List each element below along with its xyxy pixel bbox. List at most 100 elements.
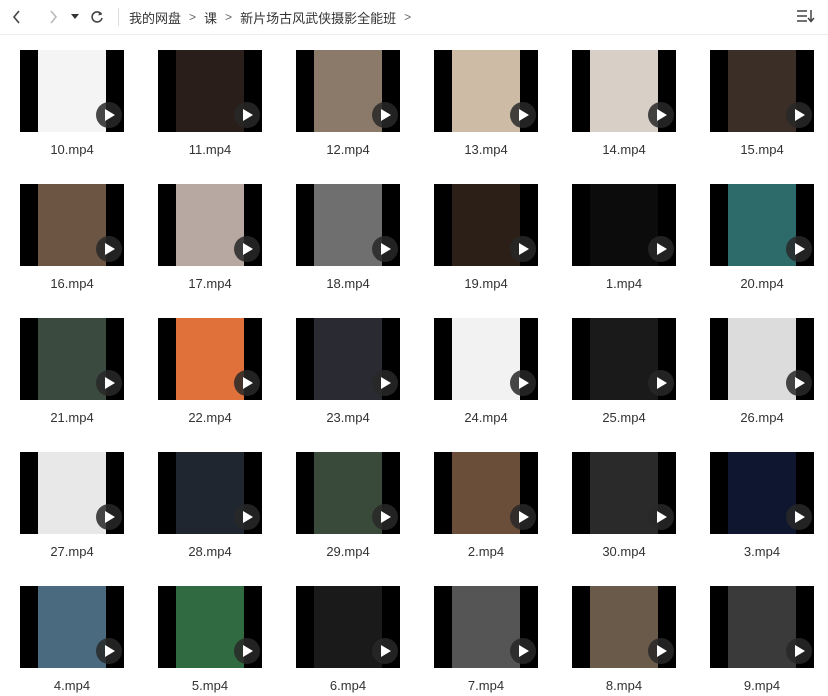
video-thumbnail[interactable] xyxy=(296,318,400,400)
play-icon[interactable] xyxy=(786,504,812,530)
video-thumbnail[interactable] xyxy=(572,452,676,534)
play-icon[interactable] xyxy=(786,638,812,664)
video-thumbnail[interactable] xyxy=(20,452,124,534)
video-thumbnail[interactable] xyxy=(434,452,538,534)
play-icon[interactable] xyxy=(96,370,122,396)
video-thumbnail[interactable] xyxy=(158,318,262,400)
video-file-tile[interactable]: 18.mp4 xyxy=(296,170,402,291)
video-thumbnail[interactable] xyxy=(710,184,814,266)
play-icon[interactable] xyxy=(372,102,398,128)
play-icon[interactable] xyxy=(786,236,812,262)
video-file-tile[interactable]: 11.mp4 xyxy=(158,36,264,157)
video-thumbnail[interactable] xyxy=(20,184,124,266)
breadcrumb-item-root[interactable]: 我的网盘 xyxy=(129,8,181,27)
video-thumbnail[interactable] xyxy=(572,50,676,132)
video-file-tile[interactable]: 27.mp4 xyxy=(20,438,126,559)
video-thumbnail[interactable] xyxy=(158,452,262,534)
video-thumbnail[interactable] xyxy=(434,586,538,668)
play-icon[interactable] xyxy=(234,638,260,664)
video-file-tile[interactable]: 14.mp4 xyxy=(572,36,678,157)
play-icon[interactable] xyxy=(96,504,122,530)
play-icon[interactable] xyxy=(234,370,260,396)
play-icon[interactable] xyxy=(510,638,536,664)
video-thumbnail[interactable] xyxy=(296,50,400,132)
video-file-tile[interactable]: 13.mp4 xyxy=(434,36,540,157)
video-thumbnail[interactable] xyxy=(296,452,400,534)
play-icon[interactable] xyxy=(372,370,398,396)
video-file-tile[interactable]: 5.mp4 xyxy=(158,572,264,693)
video-thumbnail[interactable] xyxy=(434,318,538,400)
chevron-left-icon[interactable] xyxy=(6,6,28,28)
video-file-tile[interactable]: 4.mp4 xyxy=(20,572,126,693)
video-thumbnail[interactable] xyxy=(158,184,262,266)
video-file-tile[interactable]: 26.mp4 xyxy=(710,304,816,425)
video-thumbnail[interactable] xyxy=(572,184,676,266)
play-icon[interactable] xyxy=(96,638,122,664)
video-thumbnail[interactable] xyxy=(296,586,400,668)
breadcrumb-item-course[interactable]: 课 xyxy=(204,8,217,27)
video-thumbnail[interactable] xyxy=(710,586,814,668)
video-file-tile[interactable]: 12.mp4 xyxy=(296,36,402,157)
refresh-icon[interactable] xyxy=(86,6,108,28)
video-thumbnail[interactable] xyxy=(710,318,814,400)
breadcrumb-separator-icon[interactable]: > xyxy=(404,10,411,24)
video-thumbnail[interactable] xyxy=(20,586,124,668)
play-icon[interactable] xyxy=(648,102,674,128)
video-file-tile[interactable]: 24.mp4 xyxy=(434,304,540,425)
video-thumbnail[interactable] xyxy=(434,50,538,132)
video-thumbnail[interactable] xyxy=(710,50,814,132)
video-file-tile[interactable]: 1.mp4 xyxy=(572,170,678,291)
video-file-tile[interactable]: 19.mp4 xyxy=(434,170,540,291)
video-thumbnail[interactable] xyxy=(20,318,124,400)
video-file-tile[interactable]: 7.mp4 xyxy=(434,572,540,693)
video-file-tile[interactable]: 6.mp4 xyxy=(296,572,402,693)
video-thumbnail[interactable] xyxy=(572,586,676,668)
video-file-tile[interactable]: 17.mp4 xyxy=(158,170,264,291)
play-icon[interactable] xyxy=(510,370,536,396)
play-icon[interactable] xyxy=(372,236,398,262)
video-file-tile[interactable]: 8.mp4 xyxy=(572,572,678,693)
video-thumbnail[interactable] xyxy=(158,50,262,132)
video-file-tile[interactable]: 23.mp4 xyxy=(296,304,402,425)
video-file-tile[interactable]: 10.mp4 xyxy=(20,36,126,157)
play-icon[interactable] xyxy=(648,638,674,664)
caret-down-icon[interactable] xyxy=(68,6,82,28)
play-icon[interactable] xyxy=(648,236,674,262)
play-icon[interactable] xyxy=(234,504,260,530)
video-file-tile[interactable]: 20.mp4 xyxy=(710,170,816,291)
play-icon[interactable] xyxy=(510,504,536,530)
video-file-tile[interactable]: 30.mp4 xyxy=(572,438,678,559)
play-icon[interactable] xyxy=(96,102,122,128)
play-icon[interactable] xyxy=(786,370,812,396)
video-file-tile[interactable]: 16.mp4 xyxy=(20,170,126,291)
chevron-right-icon[interactable] xyxy=(42,6,64,28)
video-thumbnail[interactable] xyxy=(158,586,262,668)
play-icon[interactable] xyxy=(510,102,536,128)
video-thumbnail[interactable] xyxy=(296,184,400,266)
play-icon[interactable] xyxy=(648,504,674,530)
video-file-tile[interactable]: 22.mp4 xyxy=(158,304,264,425)
play-icon[interactable] xyxy=(372,638,398,664)
video-file-tile[interactable]: 21.mp4 xyxy=(20,304,126,425)
play-icon[interactable] xyxy=(372,504,398,530)
video-file-tile[interactable]: 29.mp4 xyxy=(296,438,402,559)
play-icon[interactable] xyxy=(786,102,812,128)
video-file-tile[interactable]: 28.mp4 xyxy=(158,438,264,559)
video-thumbnail[interactable] xyxy=(572,318,676,400)
video-thumbnail[interactable] xyxy=(434,184,538,266)
play-icon[interactable] xyxy=(510,236,536,262)
video-file-tile[interactable]: 25.mp4 xyxy=(572,304,678,425)
play-icon[interactable] xyxy=(234,102,260,128)
file-name-label: 14.mp4 xyxy=(602,142,646,157)
play-icon[interactable] xyxy=(234,236,260,262)
video-file-tile[interactable]: 2.mp4 xyxy=(434,438,540,559)
play-icon[interactable] xyxy=(648,370,674,396)
video-thumbnail[interactable] xyxy=(20,50,124,132)
video-file-tile[interactable]: 3.mp4 xyxy=(710,438,816,559)
breadcrumb-item-current[interactable]: 新片场古风武侠摄影全能班 xyxy=(240,8,396,27)
video-thumbnail[interactable] xyxy=(710,452,814,534)
video-file-tile[interactable]: 9.mp4 xyxy=(710,572,816,693)
sort-list-icon[interactable] xyxy=(796,8,816,29)
video-file-tile[interactable]: 15.mp4 xyxy=(710,36,816,157)
play-icon[interactable] xyxy=(96,236,122,262)
